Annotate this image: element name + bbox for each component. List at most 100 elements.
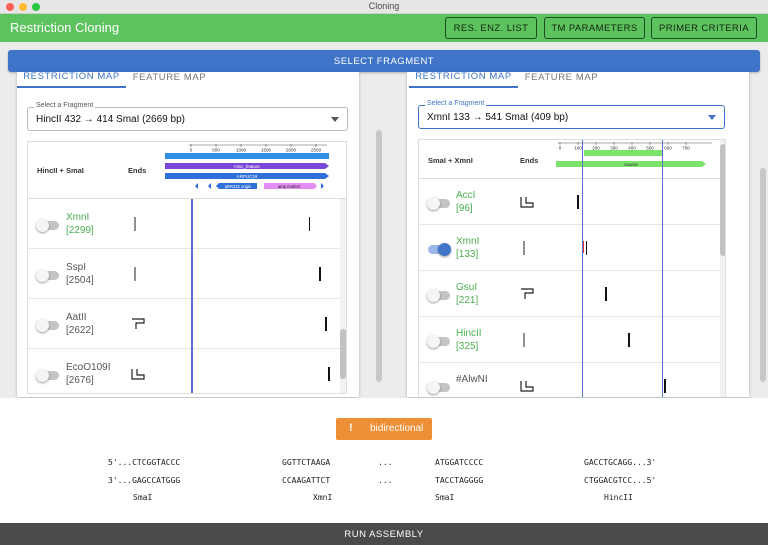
junction-enzyme-3: SmaI xyxy=(435,493,455,502)
junction-enzyme-2: XmnI xyxy=(313,493,333,502)
enzyme-label: EcoO109I xyxy=(66,362,111,373)
left-fragment-select[interactable]: Select a Fragment HincII 432 → 414 SmaI … xyxy=(27,102,348,131)
enzyme-toggle[interactable] xyxy=(36,369,59,382)
app-bar: Restriction Cloning RES. ENZ. LIST TM PA… xyxy=(0,14,768,42)
enzyme-name: GsuI [221] xyxy=(456,281,478,307)
res-enz-list-button[interactable]: RES. ENZ. LIST xyxy=(445,17,537,39)
cut-site-marker xyxy=(664,379,666,393)
enzyme-name: #AlwNI xyxy=(456,373,488,386)
toggle-knob xyxy=(427,381,440,394)
right-fragment-panel: RESTRICTION MAP FEATURE MAP Select a Fra… xyxy=(407,72,749,397)
left-header-ends: Ends xyxy=(128,166,147,175)
seq-top-3: ATGGATCCCC xyxy=(435,458,484,467)
seq-top-1: 5'...CTCGGTACCC xyxy=(108,458,181,467)
right-grid-scrollbar[interactable] xyxy=(720,140,725,397)
right-grid-scrollbar-thumb[interactable] xyxy=(720,144,725,256)
primer-criteria-button[interactable]: PRIMER CRITERIA xyxy=(651,17,757,39)
axis-tick-label: 0 xyxy=(559,146,562,151)
right-fragment-start-line xyxy=(582,140,583,397)
right-fragment-select[interactable]: Select a Fragment XmnI 133 → 541 SmaI (4… xyxy=(418,100,725,129)
enzyme-position: [133] xyxy=(456,249,479,260)
enzyme-row[interactable]: AccI [96] xyxy=(419,179,725,225)
left-grid-scrollbar-thumb[interactable] xyxy=(340,329,346,379)
right-tab-restriction-map[interactable]: RESTRICTION MAP xyxy=(409,72,518,88)
enzyme-toggle[interactable] xyxy=(427,289,450,302)
right-fragment-select-value: XmnI 133 → 541 SmaI (409 bp) xyxy=(427,112,569,123)
left-tab-feature-map[interactable]: FEATURE MAP xyxy=(127,72,212,88)
enzyme-toggle[interactable] xyxy=(36,269,59,282)
axis-tick-label: 300 xyxy=(610,146,618,151)
right-tab-row: RESTRICTION MAP FEATURE MAP xyxy=(407,72,737,94)
axis-tick-label: 1500 xyxy=(261,148,272,153)
cut-site-marker xyxy=(319,267,321,281)
seq-top-2: GGTTCTAAGA xyxy=(282,458,331,467)
chevron-down-icon xyxy=(331,117,339,122)
enzyme-position: [2676] xyxy=(66,375,94,386)
enzyme-row[interactable]: GsuI [221] xyxy=(419,271,725,317)
seq-top-gap: ... xyxy=(378,458,393,467)
left-feature-arpuc19-label: ARPUC19 xyxy=(237,174,258,179)
left-grid-header: HincII + SmaI Ends 0 500 1000 1500 2000 2500 … xyxy=(28,142,346,199)
enzyme-row[interactable]: AatII [2622] xyxy=(28,299,346,349)
junction-area: ! bidirectional 5'...CTCGGTACCC GGTTCTAA… xyxy=(0,398,768,523)
left-feature-mark-a xyxy=(195,183,198,189)
cut-site-marker xyxy=(628,333,630,347)
left-feature-map: 0 500 1000 1500 2000 2500 misc_feature ARPUC1… xyxy=(165,144,329,189)
seq-bottom-3: TACCTAGGGG xyxy=(435,476,484,485)
seq-bottom-gap: ... xyxy=(378,476,393,485)
enzyme-label: AatII xyxy=(66,312,87,323)
junction-enzyme-4: HincII xyxy=(604,493,633,502)
enzyme-row[interactable]: EcoO109I [2676] xyxy=(28,349,346,393)
toggle-knob xyxy=(427,197,440,210)
left-tab-restriction-map[interactable]: RESTRICTION MAP xyxy=(17,72,126,88)
cut-site-marker xyxy=(585,241,588,255)
end-type-icon xyxy=(131,267,139,286)
seq-top-4: GACCTGCAGG...3' xyxy=(584,458,657,467)
enzyme-row[interactable]: HincII [325] xyxy=(419,317,725,363)
enzyme-toggle[interactable] xyxy=(427,335,450,348)
enzyme-position: [325] xyxy=(456,341,479,352)
toggle-knob xyxy=(36,369,49,382)
enzyme-toggle[interactable] xyxy=(36,219,59,232)
seq-bottom-4: CTGGACGTCC...5' xyxy=(584,476,657,485)
left-fragment-boundary xyxy=(191,199,193,393)
select-fragment-button[interactable]: SELECT FRAGMENT xyxy=(8,50,760,72)
right-tab-feature-map[interactable]: FEATURE MAP xyxy=(519,72,604,88)
enzyme-name: AatII [2622] xyxy=(66,311,94,337)
enzyme-row[interactable]: #AlwNI xyxy=(419,363,725,397)
right-grid-header: SmaI + XmnI Ends 0 100 200 300 400 500 600 700 … xyxy=(419,140,725,179)
right-restriction-grid: SmaI + XmnI Ends 0 100 200 300 400 500 600 700 … xyxy=(418,139,726,397)
enzyme-position: [221] xyxy=(456,295,479,306)
enzyme-position: [2299] xyxy=(66,225,94,236)
enzyme-toggle[interactable] xyxy=(36,319,59,332)
bidirectional-badge[interactable]: ! bidirectional xyxy=(336,418,432,440)
left-grid-scrollbar[interactable] xyxy=(340,199,346,393)
window-title: Cloning xyxy=(368,1,400,11)
run-assembly-button[interactable]: RUN ASSEMBLY xyxy=(0,523,768,545)
enzyme-row[interactable]: XmnI [133] xyxy=(419,225,725,271)
right-header-enzymes: SmaI + XmnI xyxy=(428,156,473,165)
enzyme-toggle[interactable] xyxy=(427,197,450,210)
left-header-enzymes: HincII + SmaI xyxy=(37,166,84,175)
warning-icon: ! xyxy=(349,422,353,434)
right-selected-region xyxy=(584,150,662,156)
cut-site-marker xyxy=(328,367,330,381)
cut-site-marker xyxy=(605,287,607,301)
axis-tick-label: 200 xyxy=(592,146,600,151)
axis-tick-label: 2000 xyxy=(286,148,297,153)
axis-tick-label: 500 xyxy=(212,148,220,153)
outer-scrollbar[interactable] xyxy=(760,168,766,382)
enzyme-label: AccI xyxy=(456,190,476,201)
enzyme-row[interactable]: XmnI [2299] xyxy=(28,199,346,249)
chevron-down-icon xyxy=(708,115,716,120)
enzyme-name: HincII [325] xyxy=(456,327,482,353)
enzyme-name: XmnI [2299] xyxy=(66,211,94,237)
tm-parameters-button[interactable]: TM PARAMETERS xyxy=(544,17,645,39)
enzyme-toggle[interactable] xyxy=(428,243,451,256)
enzyme-label: HincII xyxy=(456,328,482,339)
axis-tick-label: 1000 xyxy=(236,148,247,153)
center-scrollbar[interactable] xyxy=(376,130,382,382)
enzyme-toggle[interactable] xyxy=(427,381,450,394)
axis-tick-label: 700 xyxy=(682,146,690,151)
enzyme-row[interactable]: SspI [2504] xyxy=(28,249,346,299)
